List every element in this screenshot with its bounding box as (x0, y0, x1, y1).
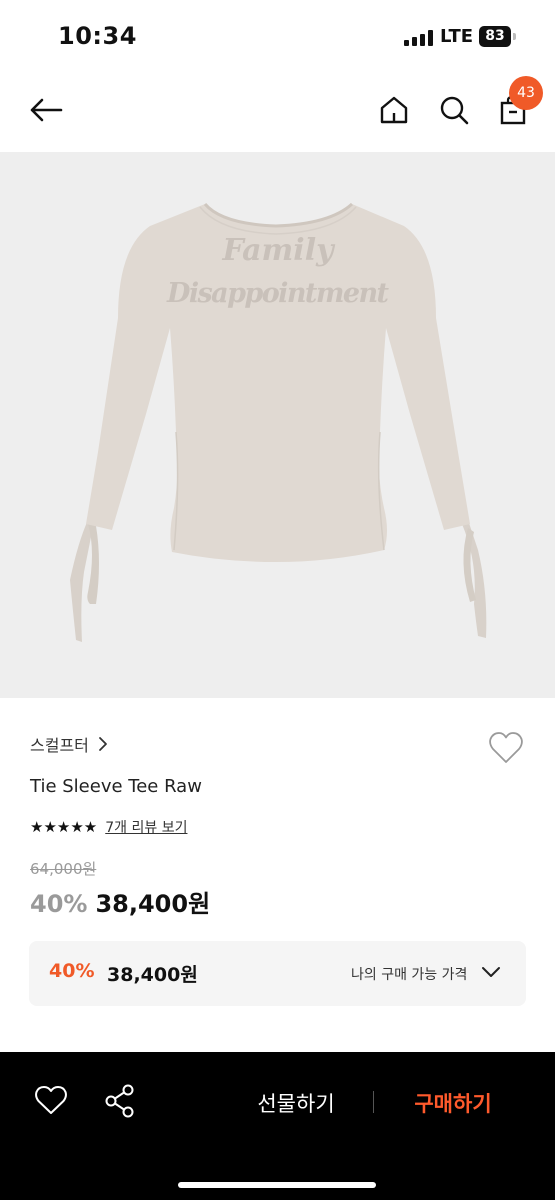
share-button[interactable] (103, 1083, 137, 1119)
my-price-value: 38,400원 (107, 964, 198, 986)
discount-rate: 40% (30, 890, 88, 918)
chevron-right-icon (99, 737, 107, 751)
price-row: 40% 38,400원 (30, 884, 210, 918)
my-price-dropdown[interactable]: 40% 38,400원 나의 구매 가능 가격 (29, 941, 526, 1006)
reviews-link[interactable]: 7개 리뷰 보기 (105, 817, 187, 837)
divider (373, 1091, 374, 1113)
my-price-discount: 40% (49, 960, 95, 982)
buy-button[interactable]: 구매하기 (398, 1088, 508, 1118)
tee-illustration: Family Disappointment (70, 202, 487, 642)
cart-count-badge: 43 (509, 76, 543, 110)
wishlist-button[interactable] (488, 731, 524, 765)
star-rating: ★★★★★ (30, 818, 98, 836)
brand-link[interactable]: 스컬프터 (30, 732, 89, 756)
network-label: LTE (440, 26, 474, 47)
original-price: 64,000원 (30, 860, 97, 878)
top-nav (0, 74, 555, 152)
chevron-down-icon (482, 967, 500, 977)
product-image[interactable]: Family Disappointment (0, 152, 555, 698)
status-time: 10:34 (58, 22, 137, 50)
tee-print-line2: Disappointment (166, 278, 390, 309)
bottom-wishlist-button[interactable] (34, 1084, 68, 1116)
battery-icon: 83 (479, 26, 517, 47)
sale-price: 38,400원 (95, 890, 211, 918)
tee-print-line1: Family (221, 233, 336, 268)
bottom-action-bar: 선물하기 구매하기 (0, 1052, 555, 1200)
status-bar: 10:34 LTE 83 (0, 0, 555, 74)
search-icon (440, 96, 469, 125)
signal-icon (404, 30, 434, 46)
share-icon (105, 1084, 134, 1118)
my-price-label: 나의 구매 가능 가격 (351, 967, 468, 983)
star-icons: ★★★★★ (30, 818, 98, 836)
back-button[interactable] (24, 88, 68, 132)
product-title: Tie Sleeve Tee Raw (30, 776, 202, 797)
search-button[interactable] (432, 88, 476, 132)
rating-row: ★★★★★ 7개 리뷰 보기 (30, 817, 187, 837)
heart-outline-icon (489, 732, 523, 763)
home-button[interactable] (372, 88, 416, 132)
gift-button[interactable]: 선물하기 (240, 1088, 352, 1118)
arrow-left-icon (30, 98, 63, 122)
heart-outline-icon (35, 1086, 67, 1114)
home-indicator (178, 1182, 376, 1188)
battery-level: 83 (479, 26, 511, 47)
home-icon (380, 96, 408, 124)
